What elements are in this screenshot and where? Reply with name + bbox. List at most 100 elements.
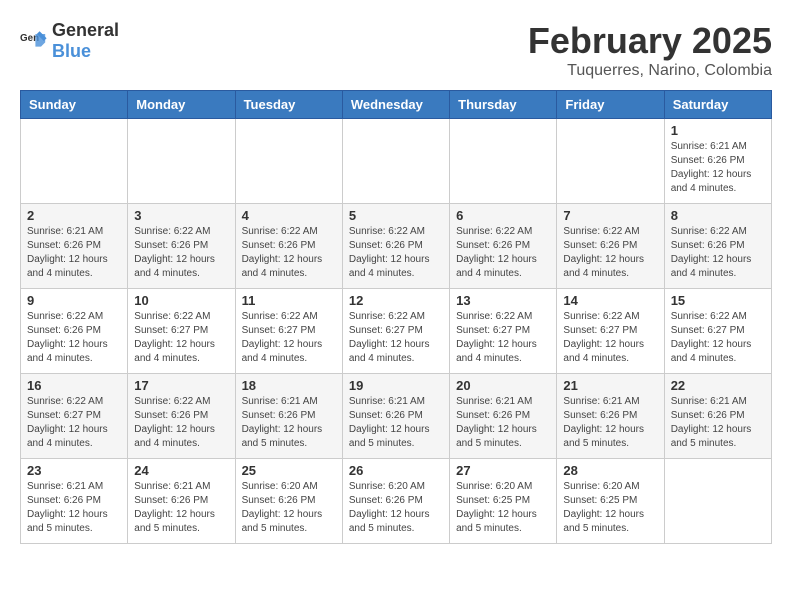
logo-text: General Blue: [52, 20, 119, 62]
day-info: Sunrise: 6:22 AM Sunset: 6:27 PM Dayligh…: [134, 310, 228, 366]
title-area: February 2025 Tuquerres, Narino, Colombi…: [528, 20, 772, 80]
calendar-cell: 27 Sunrise: 6:20 AM Sunset: 6:25 PM Dayli…: [450, 459, 557, 544]
logo-blue: Blue: [52, 41, 91, 61]
day-number: 18: [242, 378, 336, 393]
day-number: 5: [349, 208, 443, 223]
day-info: Sunrise: 6:21 AM Sunset: 6:26 PM Dayligh…: [671, 395, 765, 451]
calendar-cell: 20Sunrise: 6:21 AM Sunset: 6:26 PM Dayli…: [450, 374, 557, 459]
weekday-header-saturday: Saturday: [664, 91, 771, 119]
day-info: Sunrise: 6:21 AM Sunset: 6:26 PM Dayligh…: [349, 395, 443, 451]
weekday-header-sunday: Sunday: [21, 91, 128, 119]
day-number: 4: [242, 208, 336, 223]
calendar-cell: 2 Sunrise: 6:21 AM Sunset: 6:26 PM Daylig…: [21, 204, 128, 289]
day-info: Sunrise: 6:20 AM Sunset: 6:26 PM Dayligh…: [349, 480, 443, 536]
calendar-cell: 11Sunrise: 6:22 AM Sunset: 6:27 PM Dayli…: [235, 289, 342, 374]
day-number: 9: [27, 293, 121, 308]
day-number: 22: [671, 378, 765, 393]
logo-icon: Gen: [20, 27, 48, 55]
day-info: Sunrise: 6:21 AM Sunset: 6:26 PM Dayligh…: [27, 480, 121, 536]
day-info: Sunrise: 6:22 AM Sunset: 6:26 PM Dayligh…: [456, 225, 550, 281]
day-info: Sunrise: 6:22 AM Sunset: 6:27 PM Dayligh…: [27, 395, 121, 451]
day-info: Sunrise: 6:22 AM Sunset: 6:26 PM Dayligh…: [349, 225, 443, 281]
day-number: 14: [563, 293, 657, 308]
day-info: Sunrise: 6:21 AM Sunset: 6:26 PM Dayligh…: [134, 480, 228, 536]
week-row-5: 23 Sunrise: 6:21 AM Sunset: 6:26 PM Dayli…: [21, 459, 772, 544]
day-number: 25: [242, 463, 336, 478]
month-year-title: February 2025: [528, 20, 772, 62]
day-info: Sunrise: 6:22 AM Sunset: 6:27 PM Dayligh…: [349, 310, 443, 366]
day-number: 1: [671, 123, 765, 138]
day-number: 26: [349, 463, 443, 478]
calendar-cell: 1 Sunrise: 6:21 AM Sunset: 6:26 PM Daylig…: [664, 119, 771, 204]
day-number: 21: [563, 378, 657, 393]
calendar-cell: 15 Sunrise: 6:22 AM Sunset: 6:27 PM Dayli…: [664, 289, 771, 374]
day-info: Sunrise: 6:22 AM Sunset: 6:26 PM Dayligh…: [242, 225, 336, 281]
weekday-header-thursday: Thursday: [450, 91, 557, 119]
day-info: Sunrise: 6:21 AM Sunset: 6:26 PM Dayligh…: [242, 395, 336, 451]
week-row-3: 9 Sunrise: 6:22 AM Sunset: 6:26 PM Daylig…: [21, 289, 772, 374]
calendar-cell: 10 Sunrise: 6:22 AM Sunset: 6:27 PM Dayli…: [128, 289, 235, 374]
day-info: Sunrise: 6:21 AM Sunset: 6:26 PM Dayligh…: [563, 395, 657, 451]
calendar-cell: 25Sunrise: 6:20 AM Sunset: 6:26 PM Dayli…: [235, 459, 342, 544]
day-info: Sunrise: 6:21 AM Sunset: 6:26 PM Dayligh…: [456, 395, 550, 451]
calendar-cell: [21, 119, 128, 204]
day-info: Sunrise: 6:22 AM Sunset: 6:27 PM Dayligh…: [456, 310, 550, 366]
day-number: 11: [242, 293, 336, 308]
weekday-header-friday: Friday: [557, 91, 664, 119]
day-number: 10: [134, 293, 228, 308]
weekday-header-row: SundayMondayTuesdayWednesdayThursdayFrid…: [21, 91, 772, 119]
calendar-cell: 16 Sunrise: 6:22 AM Sunset: 6:27 PM Dayli…: [21, 374, 128, 459]
calendar-cell: [128, 119, 235, 204]
day-number: 6: [456, 208, 550, 223]
day-info: Sunrise: 6:22 AM Sunset: 6:26 PM Dayligh…: [671, 225, 765, 281]
day-info: Sunrise: 6:22 AM Sunset: 6:26 PM Dayligh…: [134, 225, 228, 281]
calendar-cell: 21 Sunrise: 6:21 AM Sunset: 6:26 PM Dayli…: [557, 374, 664, 459]
day-number: 19: [349, 378, 443, 393]
calendar-cell: 17 Sunrise: 6:22 AM Sunset: 6:26 PM Dayli…: [128, 374, 235, 459]
header: Gen General Blue February 2025 Tuquerres…: [20, 20, 772, 80]
calendar-cell: 23 Sunrise: 6:21 AM Sunset: 6:26 PM Dayli…: [21, 459, 128, 544]
calendar-cell: [664, 459, 771, 544]
day-info: Sunrise: 6:22 AM Sunset: 6:26 PM Dayligh…: [27, 310, 121, 366]
day-number: 7: [563, 208, 657, 223]
calendar-cell: 8 Sunrise: 6:22 AM Sunset: 6:26 PM Daylig…: [664, 204, 771, 289]
calendar-cell: [557, 119, 664, 204]
calendar-cell: 12 Sunrise: 6:22 AM Sunset: 6:27 PM Dayli…: [342, 289, 449, 374]
calendar-table: SundayMondayTuesdayWednesdayThursdayFrid…: [20, 90, 772, 544]
day-info: Sunrise: 6:22 AM Sunset: 6:26 PM Dayligh…: [134, 395, 228, 451]
day-info: Sunrise: 6:22 AM Sunset: 6:27 PM Dayligh…: [563, 310, 657, 366]
calendar-cell: 5 Sunrise: 6:22 AM Sunset: 6:26 PM Daylig…: [342, 204, 449, 289]
day-number: 8: [671, 208, 765, 223]
week-row-2: 2 Sunrise: 6:21 AM Sunset: 6:26 PM Daylig…: [21, 204, 772, 289]
calendar-cell: 9 Sunrise: 6:22 AM Sunset: 6:26 PM Daylig…: [21, 289, 128, 374]
day-info: Sunrise: 6:21 AM Sunset: 6:26 PM Dayligh…: [671, 140, 765, 196]
weekday-header-monday: Monday: [128, 91, 235, 119]
day-number: 15: [671, 293, 765, 308]
calendar-cell: 14 Sunrise: 6:22 AM Sunset: 6:27 PM Dayli…: [557, 289, 664, 374]
calendar-cell: 6 Sunrise: 6:22 AM Sunset: 6:26 PM Daylig…: [450, 204, 557, 289]
day-info: Sunrise: 6:20 AM Sunset: 6:25 PM Dayligh…: [563, 480, 657, 536]
week-row-4: 16 Sunrise: 6:22 AM Sunset: 6:27 PM Dayli…: [21, 374, 772, 459]
weekday-header-wednesday: Wednesday: [342, 91, 449, 119]
day-number: 17: [134, 378, 228, 393]
day-number: 16: [27, 378, 121, 393]
weekday-header-tuesday: Tuesday: [235, 91, 342, 119]
location-subtitle: Tuquerres, Narino, Colombia: [528, 62, 772, 80]
calendar-cell: [235, 119, 342, 204]
calendar-cell: 4 Sunrise: 6:22 AM Sunset: 6:26 PM Daylig…: [235, 204, 342, 289]
day-info: Sunrise: 6:21 AM Sunset: 6:26 PM Dayligh…: [27, 225, 121, 281]
day-info: Sunrise: 6:20 AM Sunset: 6:25 PM Dayligh…: [456, 480, 550, 536]
day-number: 12: [349, 293, 443, 308]
day-number: 27: [456, 463, 550, 478]
day-number: 13: [456, 293, 550, 308]
logo: Gen General Blue: [20, 20, 119, 62]
day-number: 2: [27, 208, 121, 223]
day-info: Sunrise: 6:22 AM Sunset: 6:27 PM Dayligh…: [671, 310, 765, 366]
calendar-cell: 22 Sunrise: 6:21 AM Sunset: 6:26 PM Dayli…: [664, 374, 771, 459]
day-number: 23: [27, 463, 121, 478]
day-number: 3: [134, 208, 228, 223]
logo-general: General: [52, 20, 119, 40]
week-row-1: 1 Sunrise: 6:21 AM Sunset: 6:26 PM Daylig…: [21, 119, 772, 204]
day-info: Sunrise: 6:22 AM Sunset: 6:26 PM Dayligh…: [563, 225, 657, 281]
calendar-cell: 26 Sunrise: 6:20 AM Sunset: 6:26 PM Dayli…: [342, 459, 449, 544]
